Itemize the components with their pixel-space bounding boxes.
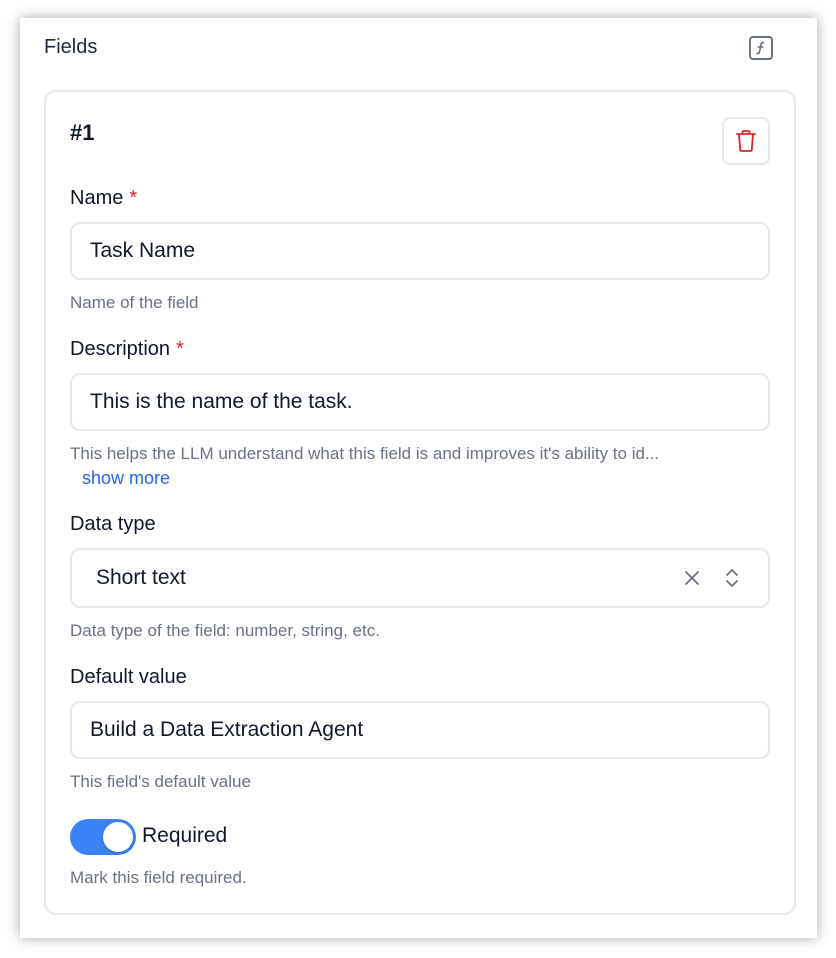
field-index: #1 bbox=[70, 120, 95, 145]
data-type-select[interactable]: Short text bbox=[70, 548, 770, 608]
data-type-label: Data type bbox=[70, 513, 156, 535]
description-input[interactable]: This is the name of the task. bbox=[70, 373, 770, 431]
delete-field-button[interactable] bbox=[722, 117, 770, 165]
required-asterisk: * bbox=[129, 187, 138, 209]
default-value-input[interactable]: Build a Data Extraction Agent bbox=[70, 701, 770, 759]
default-value-help-text: This field's default value bbox=[70, 772, 251, 791]
name-label: Name * bbox=[70, 187, 137, 210]
field-card: #1 Name * Task Name Name of the field Des… bbox=[44, 90, 796, 915]
show-more-link[interactable]: show more bbox=[82, 468, 170, 489]
chevron-up-down-icon bbox=[726, 569, 738, 587]
toggle-knob bbox=[103, 822, 133, 852]
required-label: Required bbox=[142, 824, 228, 847]
trash-icon bbox=[736, 130, 756, 152]
clear-selection-button[interactable] bbox=[682, 568, 702, 588]
close-icon bbox=[685, 571, 699, 585]
data-type-help-text: Data type of the field: number, string, … bbox=[70, 621, 380, 640]
data-type-value: Short text bbox=[96, 566, 186, 589]
function-icon bbox=[756, 41, 765, 55]
fields-panel: Fields #1 Name * Task Name Name of the fi… bbox=[20, 18, 817, 938]
select-toggle[interactable] bbox=[724, 566, 740, 590]
function-button[interactable] bbox=[749, 36, 773, 60]
panel-header: Fields bbox=[44, 36, 787, 64]
name-help-text: Name of the field bbox=[70, 293, 199, 312]
required-help-text: Mark this field required. bbox=[70, 868, 247, 887]
required-toggle[interactable] bbox=[70, 819, 136, 855]
description-label: Description * bbox=[70, 338, 184, 361]
panel-title: Fields bbox=[44, 36, 98, 58]
default-value-label: Default value bbox=[70, 666, 187, 688]
name-input[interactable]: Task Name bbox=[70, 222, 770, 280]
name-label-text: Name bbox=[70, 187, 124, 209]
description-help-text: This helps the LLM understand what this … bbox=[70, 444, 660, 463]
description-label-text: Description bbox=[70, 338, 171, 360]
required-asterisk: * bbox=[176, 338, 184, 360]
